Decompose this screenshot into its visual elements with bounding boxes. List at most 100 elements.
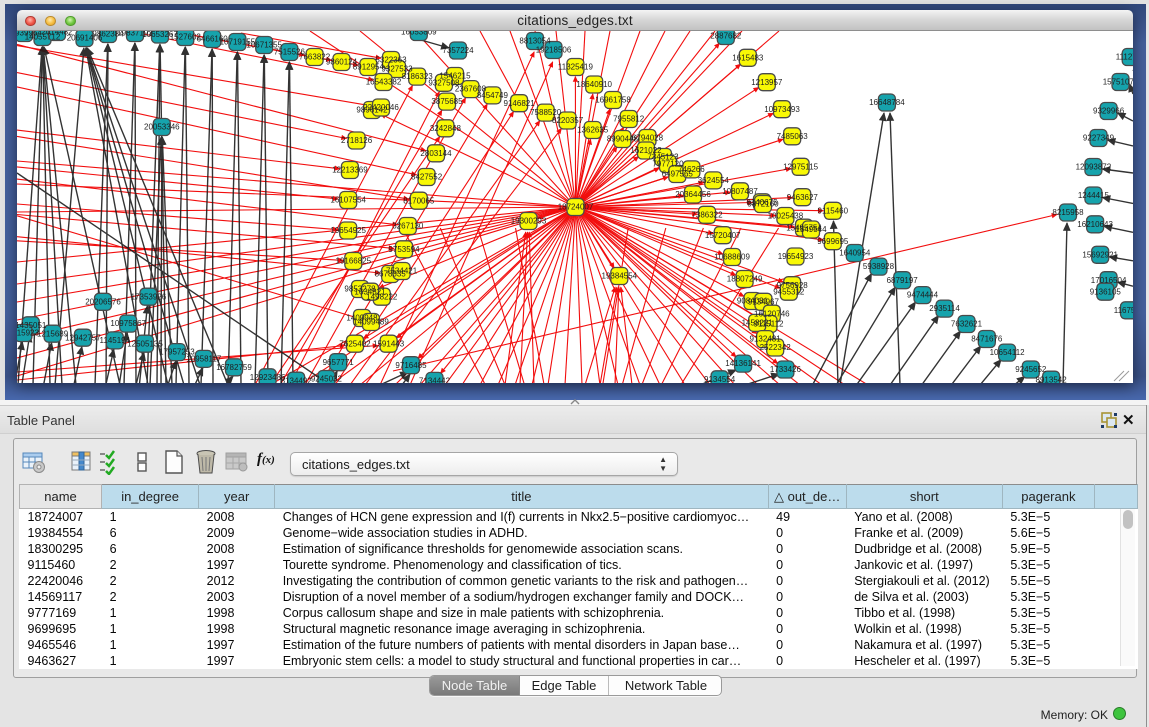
svg-text:1640954: 1640954: [839, 249, 871, 258]
svg-text:17016504: 17016504: [1091, 276, 1127, 285]
svg-text:6794028: 6794028: [632, 134, 664, 143]
svg-text:15692921: 15692921: [1082, 250, 1118, 259]
svg-text:1549544: 1549544: [795, 225, 827, 234]
svg-text:9463627: 9463627: [787, 193, 819, 202]
svg-text:16782759: 16782759: [216, 363, 252, 372]
svg-text:9245652: 9245652: [1015, 365, 1047, 374]
svg-text:19300293: 19300293: [511, 217, 547, 226]
svg-text:3242848: 3242848: [430, 124, 462, 133]
svg-text:9329966: 9329966: [1093, 107, 1125, 116]
svg-text:19384554: 19384554: [602, 272, 638, 281]
svg-text:7632621: 7632621: [951, 320, 983, 329]
svg-text:10973493: 10973493: [764, 105, 800, 114]
svg-text:16107554: 16107554: [330, 196, 366, 205]
svg-text:1244415: 1244415: [1078, 191, 1110, 200]
svg-text:9753594: 9753594: [388, 245, 420, 254]
svg-text:1634821: 1634821: [354, 287, 386, 296]
svg-text:8813054: 8813054: [519, 37, 551, 46]
svg-text:12505135: 12505135: [127, 339, 163, 348]
svg-text:1733426: 1733426: [770, 365, 802, 374]
svg-text:12213369: 12213369: [332, 166, 368, 175]
svg-text:9227349: 9227349: [1083, 134, 1115, 143]
svg-text:1615483: 1615483: [732, 53, 764, 62]
svg-text:20053346: 20053346: [144, 123, 180, 132]
svg-text:7134442: 7134442: [419, 377, 451, 384]
svg-text:1112753: 1112753: [1116, 53, 1133, 62]
svg-text:8427552: 8427552: [411, 173, 443, 182]
svg-text:9474444: 9474444: [907, 291, 939, 300]
svg-text:12942757: 12942757: [65, 333, 101, 342]
svg-text:9657771: 9657771: [323, 358, 355, 367]
svg-text:2718126: 2718126: [341, 136, 373, 145]
svg-text:8471676: 8471676: [971, 335, 1003, 344]
svg-text:16543382: 16543382: [366, 78, 402, 87]
svg-text:9245032: 9245032: [311, 375, 343, 383]
svg-text:12093872: 12093872: [1076, 163, 1112, 172]
svg-text:11325419: 11325419: [558, 63, 594, 72]
svg-text:18640910: 18640910: [576, 80, 612, 89]
svg-text:2522342: 2522342: [760, 343, 792, 352]
svg-text:10654112: 10654112: [990, 348, 1026, 357]
svg-text:9134967: 9134967: [748, 297, 780, 306]
svg-text:9115460: 9115460: [818, 206, 849, 215]
svg-text:20364456: 20364456: [675, 190, 711, 199]
svg-text:1167533: 1167533: [1114, 306, 1133, 315]
svg-text:16961758: 16961758: [595, 96, 631, 105]
svg-text:2887682: 2887682: [710, 32, 742, 41]
svg-text:12975115: 12975115: [783, 162, 819, 171]
svg-text:15720407: 15720407: [705, 231, 741, 240]
svg-text:18724007: 18724007: [558, 203, 594, 212]
svg-text:1145194: 1145194: [100, 336, 131, 345]
svg-text:7534421: 7534421: [386, 267, 418, 276]
svg-text:19218506: 19218506: [536, 46, 572, 55]
svg-text:1458221: 1458221: [742, 319, 774, 328]
svg-text:9872160: 9872160: [747, 200, 779, 209]
svg-text:8215958: 8215958: [1052, 208, 1084, 217]
svg-text:16210643: 16210643: [1077, 220, 1113, 229]
svg-text:9134554: 9134554: [704, 375, 736, 383]
svg-text:8170065: 8170065: [403, 196, 435, 205]
svg-text:19654923: 19654923: [778, 252, 814, 261]
svg-text:14099489: 14099489: [353, 318, 389, 327]
svg-text:2935114: 2935114: [929, 304, 960, 313]
svg-text:19166825: 19166825: [336, 257, 372, 266]
svg-text:1213957: 1213957: [751, 78, 783, 87]
svg-text:9146821: 9146821: [504, 99, 536, 108]
svg-text:17353926: 17353926: [131, 292, 167, 301]
svg-text:14136141: 14136141: [725, 359, 761, 368]
svg-text:16120746: 16120746: [754, 309, 790, 318]
svg-text:10025438: 10025438: [768, 212, 804, 221]
svg-text:1591443: 1591443: [373, 339, 405, 348]
svg-text:9716485: 9716485: [395, 361, 427, 370]
svg-text:16648784: 16648784: [869, 98, 905, 107]
svg-text:3875685: 3875685: [431, 97, 463, 106]
svg-text:9136105: 9136105: [1090, 287, 1122, 296]
svg-text:3624554: 3624554: [698, 176, 730, 185]
svg-text:10975867: 10975867: [110, 319, 146, 328]
svg-text:7955812: 7955812: [613, 115, 645, 124]
svg-text:5322363: 5322363: [375, 56, 407, 65]
svg-text:18807249: 18807249: [727, 275, 763, 284]
svg-text:3267130: 3267130: [392, 222, 424, 231]
svg-text:16053809: 16053809: [401, 31, 437, 37]
svg-text:746266: 746266: [678, 165, 705, 174]
svg-text:9455312: 9455312: [773, 287, 805, 296]
svg-text:6879197: 6879197: [887, 276, 919, 285]
svg-text:8220357: 8220357: [552, 116, 584, 125]
svg-text:22420046: 22420046: [363, 103, 399, 112]
svg-text:2803144: 2803144: [420, 149, 452, 158]
svg-text:10807487: 10807487: [722, 187, 758, 196]
svg-text:7357224: 7357224: [442, 46, 474, 55]
svg-text:10688609: 10688609: [714, 253, 750, 262]
svg-text:7386322: 7386322: [691, 210, 723, 219]
svg-text:1215689: 1215689: [37, 329, 69, 338]
svg-text:7485063: 7485063: [777, 132, 809, 141]
svg-text:20206576: 20206576: [85, 297, 121, 306]
svg-text:19654925: 19654925: [330, 226, 366, 235]
svg-text:5938928: 5938928: [863, 262, 895, 271]
svg-text:9699695: 9699695: [817, 237, 849, 246]
svg-text:8913542: 8913542: [1036, 375, 1068, 383]
svg-text:8134492: 8134492: [281, 376, 313, 383]
svg-text:15751074: 15751074: [1103, 78, 1133, 87]
svg-text:7625402: 7625402: [339, 339, 371, 348]
